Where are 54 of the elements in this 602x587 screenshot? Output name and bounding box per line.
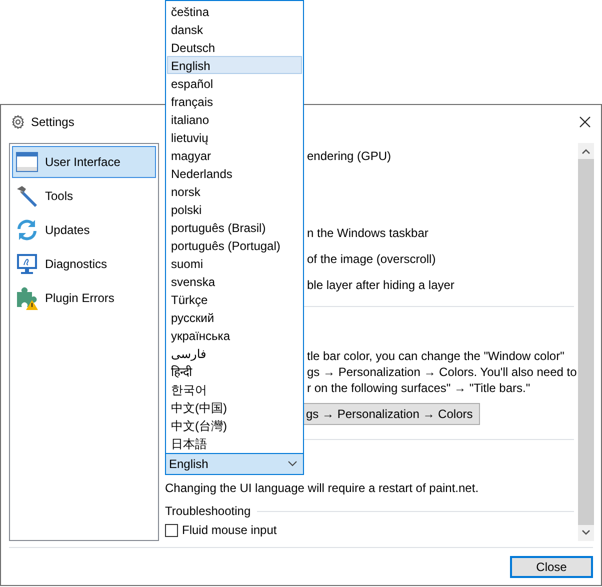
- language-option[interactable]: русский: [167, 308, 302, 326]
- restart-note: Changing the UI language will require a restart of paint.net.: [165, 480, 480, 496]
- checkbox-label: Fluid mouse input: [182, 522, 277, 538]
- language-option[interactable]: magyar: [167, 146, 302, 164]
- description-text: r on the following surfaces" → "Title bars.": [307, 380, 530, 396]
- language-option[interactable]: čeština: [167, 2, 302, 20]
- language-option[interactable]: 中文(台灣): [167, 416, 302, 434]
- hammer-icon: [15, 184, 39, 208]
- sidebar-item[interactable]: Plugin Errors: [12, 282, 156, 314]
- scroll-up-icon[interactable]: [582, 149, 590, 154]
- sidebar-item[interactable]: Tools: [12, 180, 156, 212]
- language-option[interactable]: dansk: [167, 20, 302, 38]
- language-option[interactable]: Deutsch: [167, 38, 302, 56]
- option-label: n the Windows taskbar: [307, 225, 428, 241]
- language-option[interactable]: 日本語: [167, 434, 302, 452]
- language-option[interactable]: português (Portugal): [167, 236, 302, 254]
- language-option[interactable]: فارسی: [167, 344, 302, 362]
- language-option[interactable]: español: [167, 74, 302, 92]
- description-text: gs → Personalization → Colors. You'll also need to: [307, 364, 577, 380]
- language-option[interactable]: italiano: [167, 110, 302, 128]
- window-title: Settings: [31, 114, 74, 128]
- description-text: tle bar color, you can change the "Window color": [307, 348, 564, 364]
- window-icon: [15, 150, 39, 174]
- language-option[interactable]: français: [167, 92, 302, 110]
- language-option[interactable]: 中文(中国): [167, 398, 302, 416]
- checkbox[interactable]: [165, 524, 178, 536]
- monitor-icon: [15, 252, 39, 276]
- language-option[interactable]: português (Brasil): [167, 218, 302, 236]
- chevron-down-icon: [288, 461, 297, 467]
- language-option[interactable]: svenska: [167, 272, 302, 290]
- scroll-down-icon[interactable]: [582, 530, 590, 535]
- language-option[interactable]: suomi: [167, 254, 302, 272]
- language-option[interactable]: polski: [167, 200, 302, 218]
- gear-icon: [11, 114, 25, 128]
- option-label: endering (GPU): [307, 148, 392, 164]
- sidebar-item[interactable]: Diagnostics: [12, 248, 156, 280]
- close-button[interactable]: Close: [510, 556, 593, 578]
- sidebar-item[interactable]: User Interface: [12, 146, 156, 178]
- language-option[interactable]: 한국어: [167, 380, 302, 398]
- option-label: of the image (overscroll): [307, 251, 436, 267]
- language-option[interactable]: українська: [167, 326, 302, 344]
- option-label: ble layer after hiding a layer: [307, 277, 454, 293]
- puzzle-warning-icon: [15, 286, 39, 310]
- language-combo[interactable]: English: [165, 453, 304, 475]
- language-option[interactable]: हिन्दी: [167, 362, 302, 380]
- close-icon[interactable]: [577, 114, 593, 130]
- sidebar-item[interactable]: Updates: [12, 214, 156, 246]
- language-option[interactable]: norsk: [167, 182, 302, 200]
- language-option[interactable]: Türkçe: [167, 290, 302, 308]
- section-heading: Troubleshooting: [165, 503, 251, 519]
- refresh-icon: [15, 218, 39, 242]
- language-option[interactable]: Nederlands: [167, 164, 302, 182]
- language-option[interactable]: lietuvių: [167, 128, 302, 146]
- language-option[interactable]: English: [167, 56, 302, 74]
